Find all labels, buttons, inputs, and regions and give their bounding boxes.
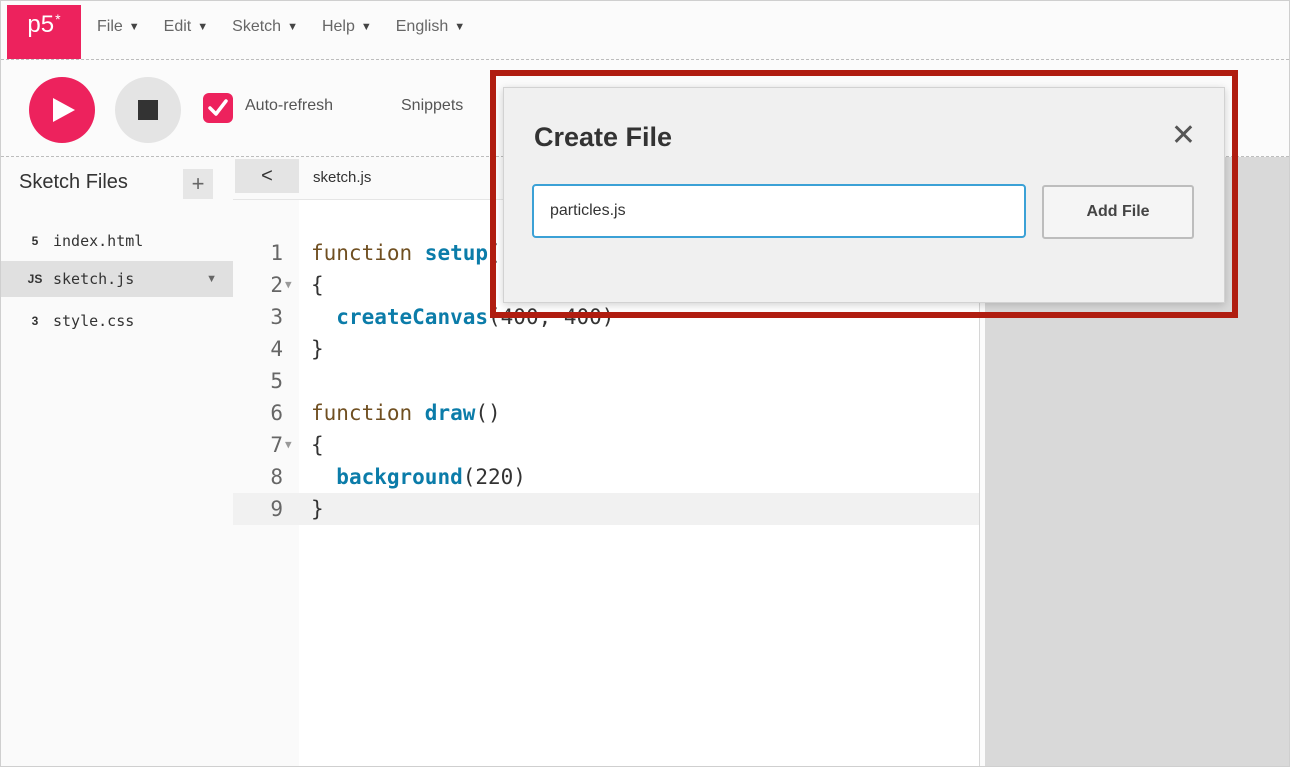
code-line[interactable]: 4}	[233, 333, 979, 365]
html-file-icon: 5	[31, 234, 39, 248]
code-token: createCanvas	[336, 305, 489, 329]
add-file-submit-button[interactable]: Add File	[1042, 185, 1194, 239]
auto-refresh-label: Auto-refresh	[245, 97, 334, 114]
checkmark-icon	[208, 99, 228, 116]
menu-sketch[interactable]: Sketch ▼	[232, 18, 298, 36]
code-line[interactable]: 7 ▼ {	[233, 429, 979, 461]
code-text: {	[311, 269, 324, 301]
file-item-index-html[interactable]: 5 index.html	[1, 223, 233, 259]
caret-down-icon: ▼	[128, 21, 140, 33]
code-text: }	[311, 333, 324, 365]
play-icon	[53, 98, 75, 122]
line-number: 7	[270, 433, 283, 457]
caret-down-icon: ▼	[287, 21, 298, 33]
snippets-label[interactable]: Snippets	[401, 97, 463, 115]
menu-language-label: English	[395, 18, 449, 35]
code-token: ()	[475, 401, 501, 425]
code-token: {	[311, 433, 324, 457]
file-name: sketch.js	[53, 270, 135, 288]
dialog-title: Create File	[534, 122, 673, 152]
code-token: (220)	[462, 465, 526, 489]
file-item-sketch-js[interactable]: JS sketch.js ▼	[1, 261, 233, 297]
main-menu: File ▼ Edit ▼ Sketch ▼ Help ▼ English ▼	[97, 18, 465, 36]
chevron-left-icon: <	[261, 164, 273, 187]
caret-down-icon: ▼	[360, 21, 372, 33]
code-text: function draw()	[311, 397, 501, 429]
create-file-dialog: Create File ✕ Add File	[503, 87, 1225, 303]
code-text: background(220)	[311, 461, 526, 493]
fold-icon[interactable]: ▼	[285, 269, 292, 301]
menu-sketch-label: Sketch	[232, 18, 282, 35]
menu-file[interactable]: File ▼	[97, 18, 140, 36]
code-token: function	[311, 401, 425, 425]
code-token: draw	[424, 401, 476, 425]
sidebar-title: Sketch Files	[19, 171, 128, 193]
css-file-icon: 3	[31, 314, 39, 328]
code-text: }	[311, 493, 324, 525]
code-token: }	[311, 337, 324, 361]
code-text: createCanvas(400, 400)	[311, 301, 614, 333]
line-number: 8	[270, 465, 283, 489]
line-number: 9	[270, 497, 283, 521]
auto-refresh-checkbox[interactable]	[203, 93, 233, 123]
stop-button[interactable]	[115, 77, 181, 143]
menu-edit[interactable]: Edit ▼	[164, 18, 208, 36]
code-token: (400, 400)	[488, 305, 615, 329]
code-token: }	[311, 497, 324, 521]
code-line[interactable]: 5	[233, 365, 979, 397]
play-button[interactable]	[29, 77, 95, 143]
code-line[interactable]: 9}	[233, 493, 979, 525]
menu-help[interactable]: Help ▼	[322, 18, 372, 36]
file-name: style.css	[53, 312, 135, 330]
add-file-button[interactable]: +	[183, 169, 213, 199]
line-number: 3	[270, 305, 283, 329]
code-token: {	[311, 273, 324, 297]
collapse-sidebar-button[interactable]: <	[235, 159, 299, 193]
code-token: function	[311, 241, 425, 265]
code-line[interactable]: 8 background(220)	[233, 461, 979, 493]
menu-bar: p5 * File ▼ Edit ▼ Sketch ▼ Help ▼ English ▼	[1, 1, 1289, 60]
code-line[interactable]: 6 function draw()	[233, 397, 979, 429]
menu-edit-label: Edit	[163, 18, 192, 35]
p5-logo[interactable]: p5 *	[7, 5, 81, 59]
menu-help-label: Help	[321, 18, 355, 35]
fold-icon[interactable]: ▼	[285, 429, 292, 461]
logo-star: *	[55, 11, 61, 27]
close-icon[interactable]: ✕	[1171, 118, 1196, 153]
code-line[interactable]: 3 createCanvas(400, 400)	[233, 301, 979, 333]
code-text: {	[311, 429, 324, 461]
stop-icon	[138, 100, 158, 120]
file-name-input[interactable]	[532, 184, 1026, 238]
code-token: setup	[424, 241, 489, 265]
logo-text: p5	[27, 11, 55, 38]
code-text: function setup()	[311, 237, 513, 269]
file-name: index.html	[53, 232, 144, 250]
file-item-style-css[interactable]: 3 style.css	[1, 303, 233, 339]
line-number: 6	[270, 401, 283, 425]
line-number: 4	[270, 337, 283, 361]
line-number: 5	[270, 369, 283, 393]
menu-file-label: File	[97, 18, 123, 35]
caret-down-icon: ▼	[454, 21, 466, 33]
code-token: background	[336, 465, 463, 489]
menu-language[interactable]: English ▼	[396, 18, 465, 36]
editor-file-name: sketch.js	[313, 169, 372, 186]
line-number: 1	[270, 241, 283, 265]
file-options-icon[interactable]: ▼	[206, 273, 217, 285]
line-number: 2	[270, 273, 283, 297]
js-file-icon: JS	[27, 272, 43, 286]
app-window: p5 * File ▼ Edit ▼ Sketch ▼ Help ▼ English ▼ A…	[0, 0, 1290, 767]
caret-down-icon: ▼	[197, 21, 209, 33]
